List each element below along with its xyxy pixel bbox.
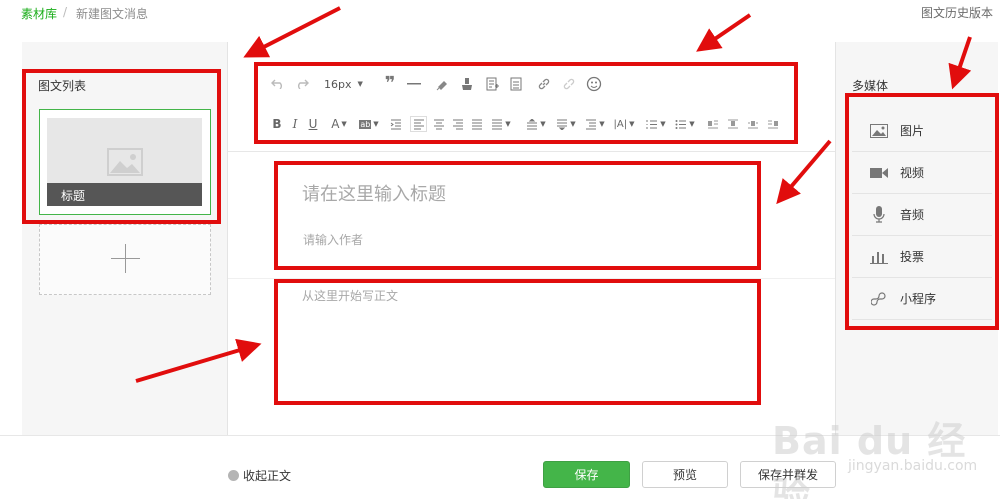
arrow-to-media [948,36,972,90]
watermark-logo: Bai du 经验 [772,419,967,499]
arrow-to-title-author [776,139,832,205]
arrow-to-body [135,338,262,383]
watermark-url: jingyan.baidu.com [848,458,978,474]
arrow-to-toolbar [696,13,752,52]
arrow-to-article-list [243,6,341,58]
